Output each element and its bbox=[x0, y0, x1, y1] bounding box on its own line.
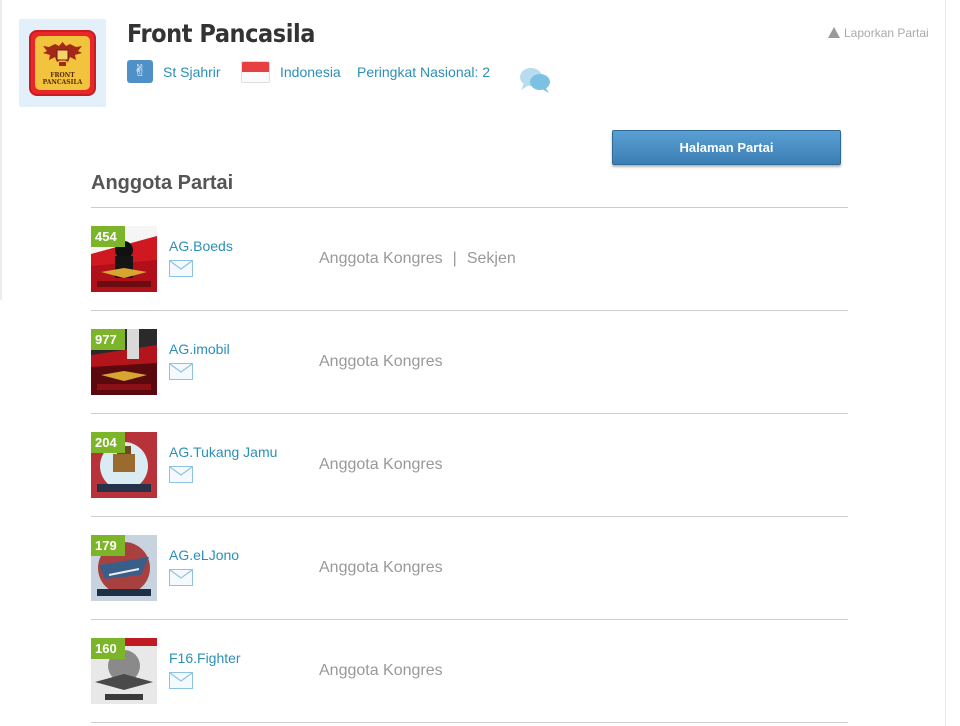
party-logo-frame: FRONT PANCASILA bbox=[19, 19, 106, 107]
member-name-link[interactable]: AG.eLJono bbox=[169, 547, 239, 563]
member-avatar[interactable]: 977 bbox=[91, 329, 157, 395]
mail-envelope-icon[interactable] bbox=[169, 466, 193, 483]
party-logo-plate: FRONT PANCASILA bbox=[35, 36, 90, 90]
report-party-label: Laporkan Partai bbox=[844, 26, 929, 40]
level-badge: 160 bbox=[91, 638, 125, 659]
mail-envelope-icon[interactable] bbox=[169, 672, 193, 689]
member-row: 454 AG.Boeds Anggota Kongres | Sekjen bbox=[91, 208, 848, 311]
party-logo-text: FRONT PANCASILA bbox=[42, 72, 83, 86]
level-badge: 179 bbox=[91, 535, 125, 556]
level-badge: 977 bbox=[91, 329, 125, 350]
member-role-primary: Anggota Kongres bbox=[319, 250, 443, 267]
member-name-link[interactable]: AG.imobil bbox=[169, 341, 230, 357]
ideology-link[interactable]: St Sjahrir bbox=[163, 64, 221, 80]
mail-envelope-icon[interactable] bbox=[169, 260, 193, 277]
member-row: 977 AG.imobil Anggota Kongres bbox=[91, 311, 848, 414]
party-meta-row: ✌ St Sjahrir Indonesia Peringkat Nasiona… bbox=[127, 60, 567, 84]
member-role: Anggota Kongres bbox=[319, 456, 443, 474]
member-avatar[interactable]: 160 bbox=[91, 638, 157, 704]
warning-icon bbox=[828, 27, 840, 38]
member-role-primary: Anggota Kongres bbox=[319, 456, 443, 473]
member-name-link[interactable]: AG.Boeds bbox=[169, 238, 233, 254]
role-separator: | bbox=[452, 250, 457, 267]
member-avatar[interactable]: 179 bbox=[91, 535, 157, 601]
national-rank-link[interactable]: Peringkat Nasional: 2 bbox=[357, 64, 490, 80]
member-role: Anggota Kongres bbox=[319, 662, 443, 680]
party-page-button[interactable]: Halaman Partai bbox=[612, 130, 841, 165]
member-name-link[interactable]: AG.Tukang Jamu bbox=[169, 444, 277, 460]
member-role-secondary: Sekjen bbox=[466, 250, 516, 267]
left-edge-rule bbox=[0, 0, 2, 300]
report-party-link[interactable]: Laporkan Partai bbox=[828, 26, 929, 40]
country-link[interactable]: Indonesia bbox=[280, 64, 341, 80]
level-badge: 454 bbox=[91, 226, 125, 247]
indonesia-flag-icon bbox=[241, 61, 270, 83]
member-role: Anggota Kongres | Sekjen bbox=[319, 250, 516, 268]
member-avatar[interactable]: 454 bbox=[91, 226, 157, 292]
member-role-primary: Anggota Kongres bbox=[319, 559, 443, 576]
member-name-link[interactable]: F16.Fighter bbox=[169, 650, 241, 666]
member-avatar[interactable]: 204 bbox=[91, 432, 157, 498]
level-badge: 204 bbox=[91, 432, 125, 453]
member-row: 204 AG.Tukang Jamu Anggota Kongres bbox=[91, 414, 848, 517]
mail-envelope-icon[interactable] bbox=[169, 569, 193, 586]
party-name: Front Pancasila bbox=[127, 19, 315, 48]
members-section-title: Anggota Partai bbox=[91, 172, 234, 194]
ideology-v-icon[interactable]: ✌ bbox=[127, 60, 153, 83]
member-list: 454 AG.Boeds Anggota Kongres | Sekjen 977 … bbox=[91, 208, 848, 723]
member-role: Anggota Kongres bbox=[319, 559, 443, 577]
member-row: 179 AG.eLJono Anggota Kongres bbox=[91, 517, 848, 620]
right-edge-rule bbox=[945, 0, 946, 726]
mail-envelope-icon[interactable] bbox=[169, 363, 193, 380]
member-role: Anggota Kongres bbox=[319, 353, 443, 371]
party-logo: FRONT PANCASILA bbox=[29, 30, 96, 96]
garuda-emblem-icon bbox=[43, 42, 82, 66]
chat-bubbles-icon[interactable] bbox=[518, 66, 552, 94]
member-role-primary: Anggota Kongres bbox=[319, 353, 443, 370]
member-role-primary: Anggota Kongres bbox=[319, 662, 443, 679]
member-row: 160 F16.Fighter Anggota Kongres bbox=[91, 620, 848, 723]
